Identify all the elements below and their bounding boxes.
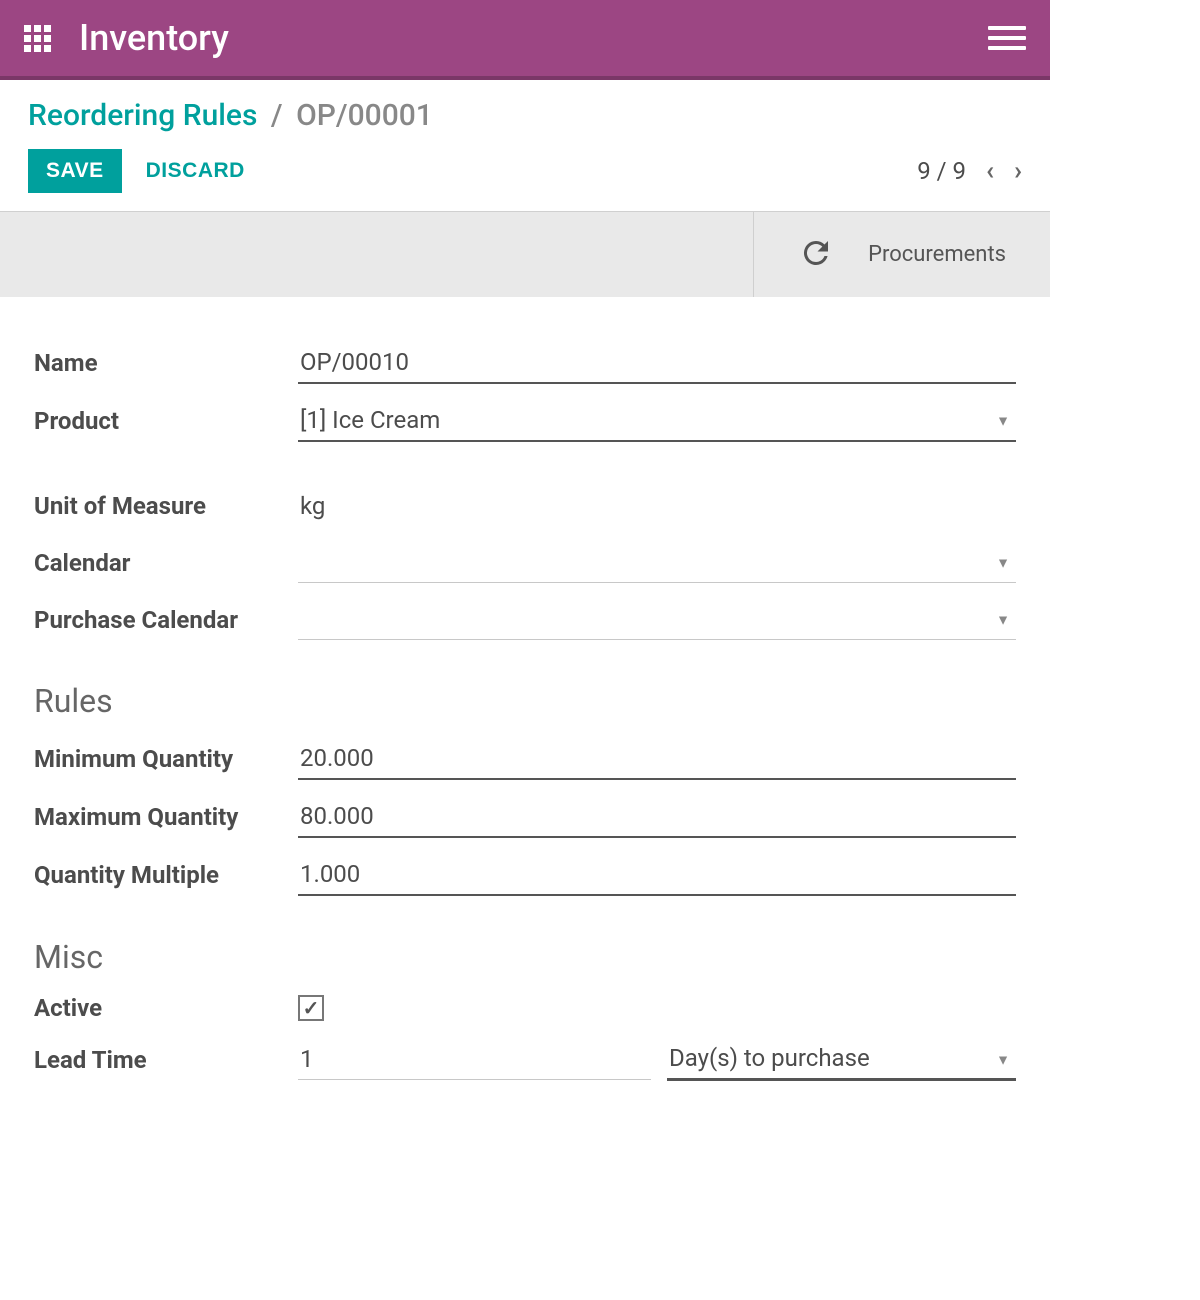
label-min-qty: Minimum Quantity: [34, 745, 298, 773]
control-panel: Reordering Rules / OP/00001 SAVE DISCARD…: [0, 80, 1050, 212]
pager-next-icon[interactable]: ›: [1014, 156, 1022, 186]
app-title[interactable]: Inventory: [79, 17, 229, 59]
breadcrumb: Reordering Rules / OP/00001: [28, 98, 1022, 133]
min-qty-input[interactable]: [298, 738, 1016, 780]
pager-counter: 9 / 9: [917, 157, 966, 185]
active-checkbox[interactable]: [298, 995, 324, 1021]
pager-prev-icon[interactable]: ‹: [986, 156, 994, 186]
calendar-select[interactable]: [298, 542, 1016, 583]
breadcrumb-separator: /: [265, 98, 289, 133]
save-button[interactable]: SAVE: [28, 149, 122, 193]
procurements-button[interactable]: Procurements: [753, 212, 1050, 297]
purchase-calendar-select[interactable]: [298, 599, 1016, 640]
lead-time-input[interactable]: [298, 1039, 651, 1080]
qty-multiple-input[interactable]: [298, 854, 1016, 896]
statbar: Procurements: [0, 212, 1050, 298]
product-select[interactable]: [298, 400, 1016, 442]
label-qty-multiple: Quantity Multiple: [34, 861, 298, 889]
name-input[interactable]: [298, 342, 1016, 384]
section-rules: Rules: [34, 682, 1016, 720]
label-name: Name: [34, 349, 298, 377]
label-product: Product: [34, 407, 298, 435]
menu-icon[interactable]: [988, 26, 1026, 50]
breadcrumb-parent[interactable]: Reordering Rules: [28, 98, 257, 133]
label-purchase-calendar: Purchase Calendar: [34, 606, 298, 634]
uom-value: kg: [298, 486, 327, 526]
label-calendar: Calendar: [34, 549, 298, 577]
navbar: Inventory: [0, 0, 1050, 80]
breadcrumb-current: OP/00001: [296, 98, 433, 133]
label-lead-time: Lead Time: [34, 1046, 298, 1074]
lead-time-unit-select[interactable]: [667, 1038, 1016, 1081]
apps-icon[interactable]: [24, 25, 51, 52]
label-uom: Unit of Measure: [34, 492, 298, 520]
max-qty-input[interactable]: [298, 796, 1016, 838]
form-sheet: Name Product ▼ Unit of Measure kg Calend…: [0, 298, 1050, 1141]
procurements-label: Procurements: [868, 242, 1006, 267]
label-active: Active: [34, 994, 298, 1022]
label-max-qty: Maximum Quantity: [34, 803, 298, 831]
section-misc: Misc: [34, 938, 1016, 976]
discard-button[interactable]: DISCARD: [146, 159, 245, 183]
refresh-icon: [798, 235, 834, 275]
